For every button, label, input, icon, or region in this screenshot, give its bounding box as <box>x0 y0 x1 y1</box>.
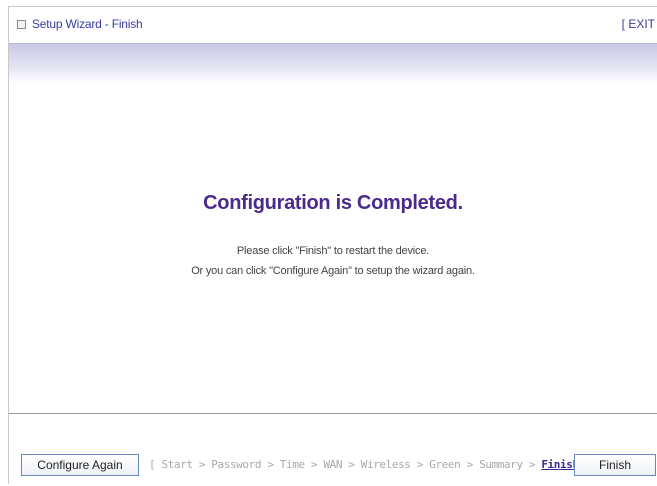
step-separator: > <box>528 458 536 471</box>
title-bar: Setup Wizard - Finish [ EXIT <box>9 7 657 44</box>
step-separator: > <box>466 458 474 471</box>
finish-button[interactable]: Finish <box>574 454 656 476</box>
step-wan: WAN <box>323 458 343 471</box>
step-start: Start <box>161 458 193 471</box>
step-summary: Summary <box>479 458 523 471</box>
step-separator: > <box>267 458 274 471</box>
exit-link[interactable]: [ EXIT <box>622 17 655 31</box>
wizard-window: Setup Wizard - Finish [ EXIT Configurati… <box>8 6 657 486</box>
step-separator: > <box>310 458 318 471</box>
step-green: Green <box>429 458 461 471</box>
steps-open-bracket: [ <box>149 458 156 471</box>
step-separator: > <box>416 458 424 471</box>
window-title: Setup Wizard - Finish <box>32 17 143 31</box>
step-password: Password <box>211 458 262 471</box>
step-separator: > <box>198 458 206 471</box>
step-wireless: Wireless <box>360 458 411 471</box>
wizard-steps-breadcrumb: [ Start > Password > Time > WAN > Wirele… <box>149 458 598 471</box>
step-time: Time <box>279 458 305 471</box>
configure-again-button[interactable]: Configure Again <box>21 454 139 476</box>
header-gradient <box>9 44 657 84</box>
message-line-2: Or you can click "Configure Again" to se… <box>191 265 475 277</box>
completion-headline: Configuration is Completed. <box>203 192 463 214</box>
step-separator: > <box>348 458 355 471</box>
message-line-1: Please click "Finish" to restart the dev… <box>236 245 430 257</box>
wizard-footer: Configure Again [ Start > Password > Tim… <box>9 413 657 486</box>
main-content: Configuration is Completed. Please click… <box>9 84 657 432</box>
instruction-message: Please click "Finish" to restart the dev… <box>9 241 657 281</box>
window-icon <box>17 20 26 29</box>
